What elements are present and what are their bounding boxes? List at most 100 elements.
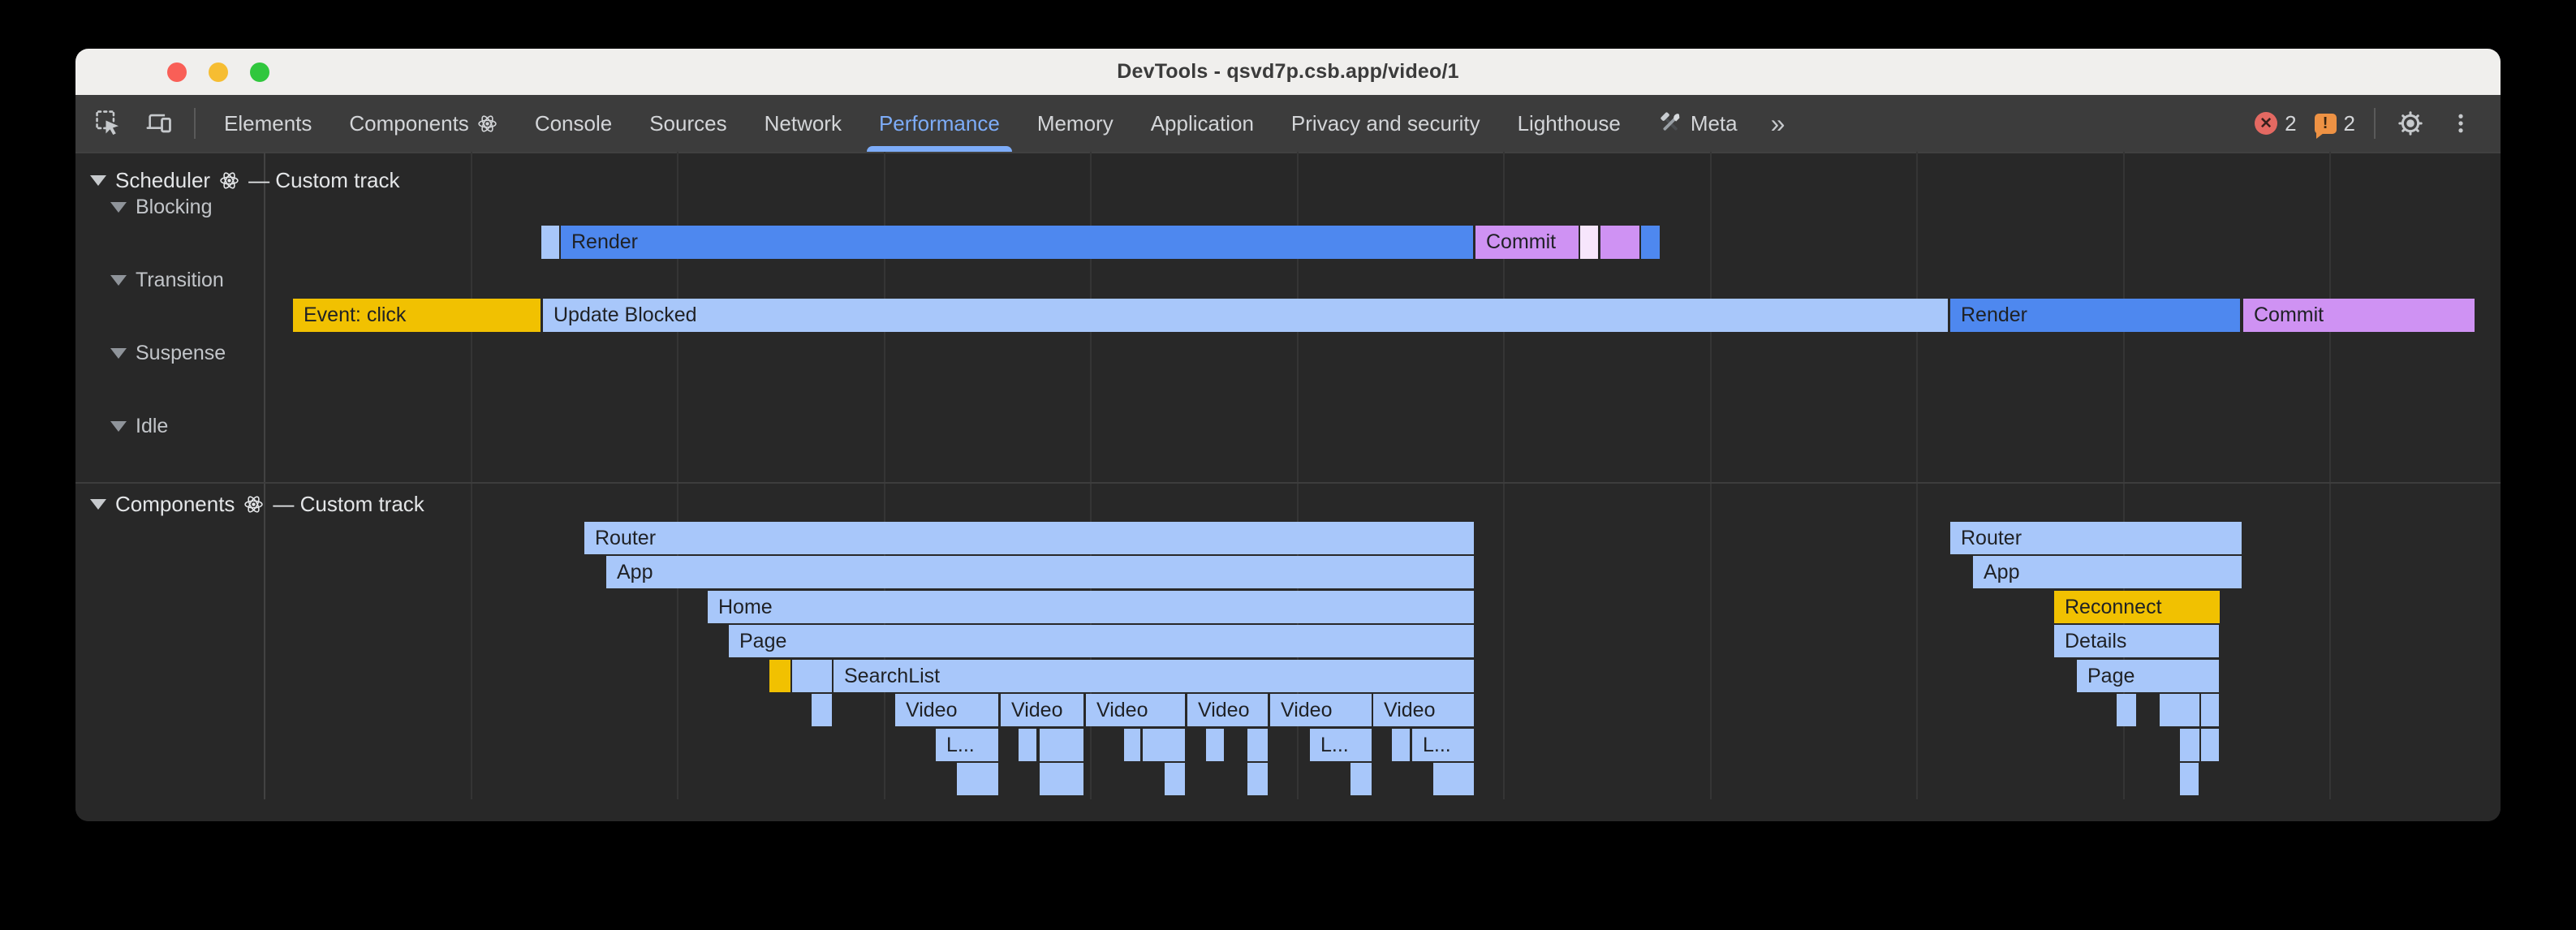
timeline-entry-render[interactable]: Render [561, 226, 1473, 259]
collapse-triangle-icon[interactable] [90, 175, 106, 186]
grid-line [471, 152, 472, 799]
close-window-button[interactable] [167, 62, 187, 82]
collapse-triangle-icon[interactable] [110, 275, 127, 286]
timeline-entry[interactable] [1641, 226, 1660, 259]
timeline-entry[interactable] [2201, 729, 2219, 761]
timeline-entry[interactable] [1247, 729, 1268, 761]
fullscreen-window-button[interactable] [250, 62, 269, 82]
timeline-entry[interactable] [2180, 729, 2199, 761]
timeline-entry[interactable] [1206, 729, 1224, 761]
minimize-window-button[interactable] [209, 62, 228, 82]
settings-button[interactable] [2389, 101, 2432, 145]
timeline-entry[interactable] [1019, 729, 1036, 761]
timeline-entry-video[interactable]: Video [1373, 694, 1474, 726]
timeline-entry-video[interactable]: Video [1086, 694, 1185, 726]
timeline-entry-video[interactable]: Video [895, 694, 998, 726]
timeline-entry[interactable] [957, 763, 998, 795]
tab-components[interactable]: Components [330, 95, 515, 152]
desktop-background: DevTools - qsvd7p.csb.app/video/1 Elemen… [0, 0, 2576, 930]
track-divider [75, 482, 2501, 484]
timeline-entry-l[interactable]: L... [936, 729, 998, 761]
timeline-entry-l[interactable]: L... [1412, 729, 1474, 761]
tab-lighthouse[interactable]: Lighthouse [1499, 95, 1639, 152]
tab-network[interactable]: Network [746, 95, 860, 152]
timeline-entry[interactable] [1165, 763, 1185, 795]
timeline-entry-home[interactable]: Home [708, 591, 1474, 623]
timeline-entry[interactable] [1580, 226, 1598, 259]
timeline-entry[interactable] [1143, 729, 1185, 761]
tab-label: Meta [1691, 111, 1738, 136]
grid-line [2329, 152, 2331, 799]
timeline-entry-router[interactable]: Router [584, 522, 1474, 554]
collapse-triangle-icon[interactable] [110, 202, 127, 213]
timeline-entry-router[interactable]: Router [1950, 522, 2242, 554]
tab-elements[interactable]: Elements [205, 95, 330, 152]
timeline-entry[interactable] [1433, 763, 1474, 795]
timeline-entry-l[interactable]: L... [1310, 729, 1372, 761]
timeline-entry[interactable] [792, 660, 832, 692]
inspect-element-button[interactable] [87, 101, 131, 145]
track-header-scheduler[interactable]: Scheduler — Custom track [90, 168, 399, 193]
toolbar-divider [194, 108, 196, 139]
tab-performance[interactable]: Performance [860, 95, 1019, 152]
toolbar-divider [2374, 108, 2376, 139]
timeline-entry[interactable] [1392, 729, 1410, 761]
timeline-entry-app[interactable]: App [606, 556, 1474, 588]
timeline-entry-render[interactable]: Render [1950, 299, 2240, 332]
timeline-entry[interactable] [1350, 763, 1372, 795]
timeline-entry-commit[interactable]: Commit [1475, 226, 1579, 259]
timeline-entry[interactable] [1124, 729, 1140, 761]
track-suffix: — Custom track [248, 168, 399, 193]
lane-label-blocking[interactable]: Blocking [110, 196, 213, 219]
tab-application[interactable]: Application [1132, 95, 1273, 152]
timeline-entry[interactable] [2117, 694, 2136, 726]
tab-label: Sources [649, 111, 726, 136]
timeline-entry-app[interactable]: App [1973, 556, 2242, 588]
collapse-triangle-icon[interactable] [110, 421, 127, 432]
more-tabs-button[interactable]: » [1756, 109, 1800, 139]
atom-icon [219, 170, 239, 191]
tab-console[interactable]: Console [516, 95, 631, 152]
timeline-entry[interactable] [1600, 226, 1639, 259]
collapse-triangle-icon[interactable] [90, 499, 106, 510]
warning-count: 2 [2344, 111, 2355, 136]
timeline-entry-video[interactable]: Video [1270, 694, 1372, 726]
timeline-entry-video[interactable]: Video [1187, 694, 1268, 726]
timeline-entry[interactable] [1040, 729, 1083, 761]
timeline-entry-update-blocked[interactable]: Update Blocked [543, 299, 1948, 332]
more-options-button[interactable] [2439, 101, 2483, 145]
timeline-entry-video[interactable]: Video [1001, 694, 1083, 726]
timeline-entry-page[interactable]: Page [729, 625, 1474, 657]
lane-label-transition[interactable]: Transition [110, 269, 224, 292]
error-count: 2 [2285, 111, 2296, 136]
tab-sources[interactable]: Sources [631, 95, 745, 152]
lane-label-suspense[interactable]: Suspense [110, 342, 226, 365]
timeline-entry[interactable] [769, 660, 790, 692]
tab-label: Privacy and security [1291, 111, 1480, 136]
tab-meta[interactable]: Meta [1639, 95, 1756, 152]
timeline-entry[interactable] [2160, 694, 2199, 726]
collapse-triangle-icon[interactable] [110, 348, 127, 359]
panel-tabs: ElementsComponents Console Sources Network… [205, 95, 1756, 152]
timeline-entry-reconnect[interactable]: Reconnect [2054, 591, 2220, 623]
timeline-entry[interactable] [1040, 763, 1083, 795]
tab-privacy-and-security[interactable]: Privacy and security [1273, 95, 1499, 152]
timeline-entry[interactable] [2201, 694, 2219, 726]
timeline-entry[interactable] [812, 694, 832, 726]
console-warnings-badge[interactable]: ! 2 [2315, 111, 2355, 136]
devtools-toolbar: ElementsComponents Console Sources Network… [75, 95, 2501, 152]
track-suffix: — Custom track [273, 492, 424, 517]
console-errors-badge[interactable]: ✕ 2 [2255, 111, 2296, 136]
timeline-entry[interactable] [1247, 763, 1268, 795]
lane-label-idle[interactable]: Idle [110, 415, 168, 438]
timeline-entry-page[interactable]: Page [2077, 660, 2219, 692]
track-header-components[interactable]: Components — Custom track [90, 492, 424, 517]
timeline-entry-event-click[interactable]: Event: click [293, 299, 541, 332]
timeline-entry-commit[interactable]: Commit [2243, 299, 2475, 332]
timeline-entry[interactable] [2180, 763, 2199, 795]
timeline-entry-searchlist[interactable]: SearchList [834, 660, 1474, 692]
tab-memory[interactable]: Memory [1019, 95, 1132, 152]
timeline-entry-details[interactable]: Details [2054, 625, 2219, 657]
device-toolbar-button[interactable] [137, 101, 181, 145]
timeline-entry[interactable] [541, 226, 559, 259]
